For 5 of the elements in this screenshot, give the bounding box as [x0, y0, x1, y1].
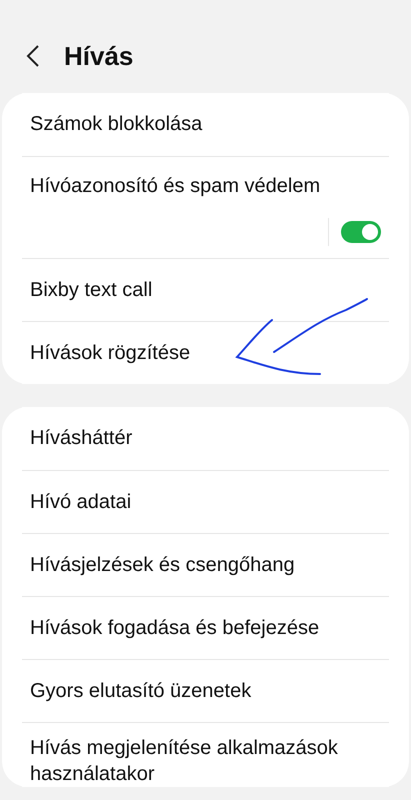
- settings-item[interactable]: Hívás megjelenítése alkalmazások használatakor: [22, 722, 389, 787]
- toggle-switch[interactable]: [341, 221, 381, 243]
- item-label: Hívóazonosító és spam védelem: [30, 175, 322, 198]
- page-title: Hívás: [64, 40, 134, 72]
- settings-item[interactable]: Hívások rögzítése: [22, 321, 389, 384]
